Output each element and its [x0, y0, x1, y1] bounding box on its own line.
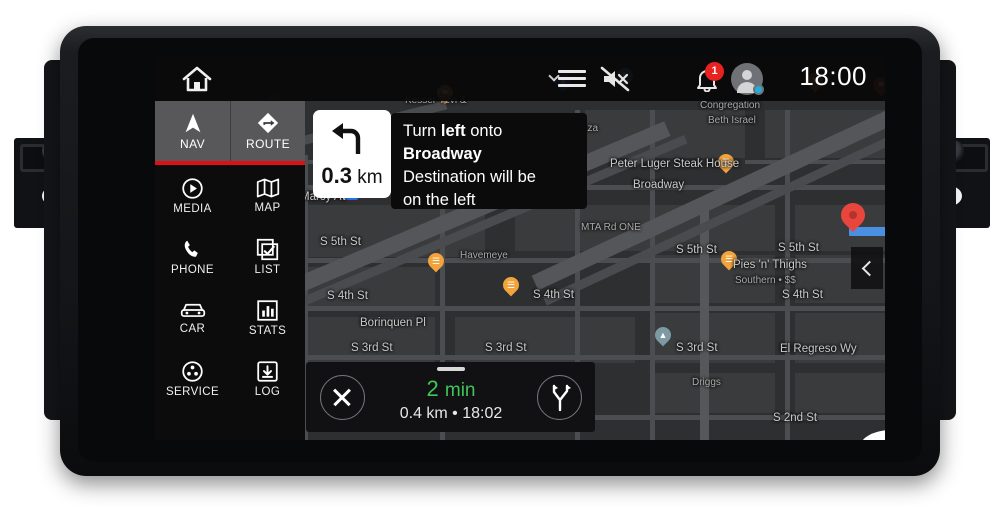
menu-row: CAR STATS: [155, 287, 305, 348]
eta-block: 2 min 0.4 km • 18:02: [371, 376, 531, 423]
sidebar-item-phone[interactable]: PHONE: [155, 226, 230, 287]
service-wrench-icon: [182, 360, 203, 382]
mute-speaker-icon[interactable]: [600, 66, 630, 92]
sidebar-item-label: SERVICE: [165, 385, 220, 398]
sidebar-item-label: MEDIA: [173, 202, 212, 215]
map-fold-icon: [256, 178, 279, 198]
restaurant-pin[interactable]: ☰: [424, 249, 448, 275]
touchscreen-display[interactable]: ☰☰☰☰◈▲⚑⚑■⚑⚑⚑ M Kesser Tzvi &Congregation…: [155, 55, 885, 440]
close-x-icon[interactable]: [320, 375, 365, 420]
school-pin[interactable]: ▲: [651, 323, 675, 349]
online-status-dot: [753, 84, 764, 95]
menu-row: SERVICE LOG: [155, 348, 305, 409]
left-sidebar: NAV ROUTE MEDIA MAP PHONE LIST CAR STATS…: [155, 101, 305, 440]
map-street-label: S 2nd St: [773, 412, 818, 424]
sidebar-item-media[interactable]: MEDIA: [155, 165, 230, 226]
map-street-label: El Regreso Wy: [780, 343, 857, 355]
map-street-label: S 5th St: [676, 244, 717, 256]
map-street-label: S 5th St: [320, 236, 361, 248]
sidebar-item-service[interactable]: SERVICE: [155, 348, 230, 409]
top-status-bar: 1 18:00: [155, 55, 885, 101]
car-front-icon: [180, 303, 205, 317]
turn-instruction-card: Turn left onto Broadway Destination will…: [391, 113, 587, 209]
map-street-label: Pies 'n' Thighs: [733, 259, 807, 271]
sidebar-tab-label: ROUTE: [246, 137, 290, 151]
map-street-label: Havemeye: [460, 250, 508, 261]
menu-row: MEDIA MAP: [155, 165, 305, 226]
map-street-label: Driggs: [692, 377, 721, 388]
sidebar-item-list[interactable]: LIST: [230, 226, 305, 287]
menu-row: PHONE LIST: [155, 226, 305, 287]
instruction-line-1: Turn left onto: [403, 122, 503, 140]
phone-handset-icon: [184, 240, 198, 257]
map-street-label: Borinquen Pl: [360, 317, 426, 329]
sidebar-item-label: PHONE: [171, 263, 214, 276]
sidebar-item-label: CAR: [179, 323, 206, 335]
media-play-icon: [182, 177, 203, 199]
map-street-label: S 3rd St: [676, 342, 718, 354]
maneuver-distance: 0.3 km: [321, 163, 383, 188]
trip-summary-bar: 2 min 0.4 km • 18:02: [306, 362, 595, 432]
map-street-label: Southern • $$: [735, 275, 796, 286]
chevron-left-icon[interactable]: [851, 247, 883, 289]
map-street-label: S 3rd St: [351, 342, 393, 354]
route-diamond-icon: [257, 112, 279, 134]
checklist-icon: [256, 238, 279, 260]
user-avatar-icon[interactable]: [731, 63, 764, 95]
map-street-label: Peter Luger Steak House: [610, 158, 740, 170]
sidebar-item-car[interactable]: CAR: [155, 287, 230, 348]
clock-time: 18:00: [799, 61, 867, 91]
sidebar-item-nav[interactable]: NAV: [155, 101, 230, 161]
hamburger-menu-icon[interactable]: [548, 69, 586, 89]
sidebar-item-label: LOG: [254, 385, 281, 398]
map-street-label: Beth Israel: [708, 115, 756, 126]
map-street-label: S 4th St: [533, 289, 574, 301]
maneuver-distance-card: 0.3 km: [313, 110, 391, 198]
map-street-label: Broadway: [633, 179, 685, 191]
screenshot-root: ☰☰☰☰◈▲⚑⚑■⚑⚑⚑ M Kesser Tzvi &Congregation…: [0, 0, 1000, 507]
sidebar-item-label: MAP: [254, 202, 281, 214]
eta-detail: 0.4 km • 18:02: [399, 405, 503, 422]
restaurant-pin[interactable]: ☰: [499, 273, 523, 299]
turn-left-arrow-icon: [332, 123, 361, 154]
sidebar-item-log[interactable]: LOG: [230, 348, 305, 409]
map-street-label: MTA Rd ONE: [581, 222, 641, 233]
map-street-label: S 4th St: [327, 290, 368, 302]
notification-bell-icon[interactable]: 1: [693, 62, 724, 93]
instruction-line-3: Destination will be: [403, 168, 536, 186]
sidebar-tab-label: NAV: [180, 137, 205, 151]
download-box-icon: [257, 360, 278, 382]
destination-map-pin[interactable]: [836, 198, 870, 237]
map-street-label: S 3rd St: [485, 342, 527, 354]
instruction-line-4: on the left: [403, 191, 476, 209]
sidebar-item-label: STATS: [248, 324, 287, 337]
alternate-routes-icon[interactable]: [537, 375, 582, 420]
sidebar-menu-grid: MEDIA MAP PHONE LIST CAR STATS SERVICE L…: [155, 165, 305, 409]
map-street-label: Congregation: [700, 100, 761, 111]
navigation-arrow-icon: [185, 113, 200, 133]
map-street-label: S 4th St: [782, 289, 823, 301]
bar-chart-icon: [257, 299, 278, 321]
sidebar-tab-row: NAV ROUTE: [155, 101, 305, 165]
home-icon[interactable]: [180, 65, 214, 93]
notification-badge: 1: [705, 62, 724, 81]
drag-handle[interactable]: [437, 367, 465, 371]
vehicle-position-arrow: [860, 430, 885, 440]
sidebar-item-stats[interactable]: STATS: [230, 287, 305, 348]
sidebar-item-label: LIST: [254, 263, 281, 276]
map-street-label: S 5th St: [778, 242, 819, 254]
eta-duration: 2 min: [426, 376, 476, 401]
sidebar-item-map[interactable]: MAP: [230, 165, 305, 226]
instruction-line-2: Broadway: [403, 145, 482, 163]
sidebar-item-route[interactable]: ROUTE: [230, 101, 305, 161]
